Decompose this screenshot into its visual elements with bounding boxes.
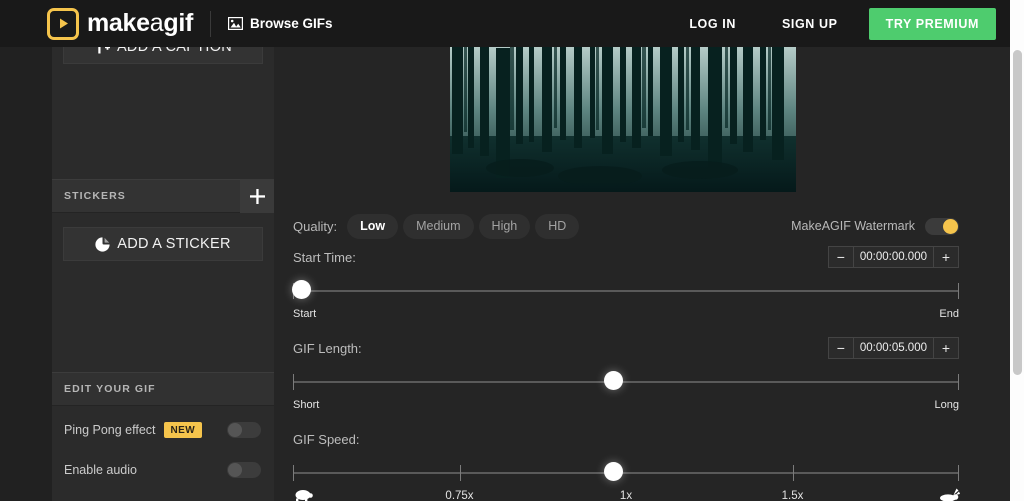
watermark-control: MakeAGIF Watermark	[791, 217, 959, 235]
ping-pong-toggle[interactable]	[227, 422, 261, 438]
quality-option-high[interactable]: High	[478, 213, 531, 239]
speed-mark-15x: 1.5x	[781, 490, 804, 501]
gif-speed-marks: 0.75x 1x 1.5x	[293, 488, 961, 501]
forest-preview-image	[450, 44, 796, 192]
start-time-control: Start Time: − 00:00:00.000 + Start End	[291, 244, 959, 324]
logo-wordmark: makeagif	[87, 11, 193, 36]
sidebar-option-enable-audio[interactable]: Enable audio	[52, 449, 274, 491]
gif-speed-slider-handle[interactable]	[603, 462, 623, 481]
top-navigation-bar: makeagif Browse GIFs LOG IN SIGN UP TRY …	[0, 0, 1010, 47]
add-sticker-label: ADD A STICKER	[117, 236, 231, 252]
rabbit-icon	[939, 488, 961, 501]
editor-main-panel: Quality: Low Medium High HD MakeAGIF Wat…	[274, 44, 1010, 501]
image-icon	[228, 17, 244, 30]
toggle-knob	[943, 218, 958, 234]
enable-audio-label: Enable audio	[64, 463, 137, 477]
slider-tick-15x	[792, 465, 794, 481]
quality-row: Quality: Low Medium High HD MakeAGIF Wat…	[293, 211, 959, 241]
slider-tick-end	[958, 465, 959, 481]
sidebar-option-ping-pong[interactable]: Ping Pong effect NEW	[52, 409, 274, 451]
page-scrollbar[interactable]	[1010, 0, 1024, 501]
gif-length-slider-labels: Short Long	[293, 399, 959, 415]
slider-tick-075x	[459, 465, 461, 481]
slider-track	[293, 472, 959, 474]
toggle-knob	[228, 423, 242, 437]
add-sticker-button[interactable]: ADD A STICKER	[63, 227, 263, 261]
scrollbar-thumb[interactable]	[1013, 50, 1022, 375]
edit-gif-section-header: EDIT YOUR GIF	[52, 372, 274, 406]
speed-mark-1x: 1x	[619, 490, 633, 501]
slider-tick-start	[293, 465, 294, 481]
gif-length-decrement-button[interactable]: −	[829, 338, 853, 358]
start-time-stepper: − 00:00:00.000 +	[827, 246, 959, 268]
stickers-section-title: STICKERS	[64, 190, 126, 202]
slider-track	[293, 290, 959, 292]
slider-tick-end	[958, 374, 959, 390]
start-time-slider-labels: Start End	[293, 308, 959, 324]
quality-label: Quality:	[293, 218, 338, 234]
slider-tick-start	[293, 374, 294, 390]
speed-mark-075x: 0.75x	[445, 490, 474, 501]
site-logo[interactable]: makeagif	[47, 7, 193, 40]
gif-length-value[interactable]: 00:00:05.000	[852, 338, 934, 358]
watermark-toggle[interactable]	[925, 217, 959, 235]
gif-speed-header: GIF Speed:	[293, 426, 959, 452]
ping-pong-label: Ping Pong effect	[64, 423, 156, 437]
gif-length-stepper: − 00:00:05.000 +	[827, 337, 959, 359]
gif-length-slider-handle[interactable]	[603, 371, 623, 390]
start-time-label: Start Time:	[293, 249, 356, 265]
logo-text-make: make	[87, 9, 150, 37]
start-time-header: Start Time: − 00:00:00.000 +	[293, 244, 959, 270]
start-time-increment-button[interactable]: +	[934, 247, 958, 267]
logo-text-gif: gif	[163, 9, 194, 37]
browse-gifs-link[interactable]: Browse GIFs	[228, 16, 333, 31]
nav-divider	[210, 10, 212, 37]
gif-length-control: GIF Length: − 00:00:05.000 + Short Long	[293, 335, 959, 415]
toggle-knob	[228, 463, 242, 477]
nav-actions: LOG IN SIGN UP TRY PREMIUM	[666, 0, 1010, 47]
slider-track	[293, 381, 959, 383]
browse-gifs-label: Browse GIFs	[250, 16, 333, 31]
start-time-slider-handle[interactable]	[291, 280, 311, 299]
makeagif-editor-page: makeagif Browse GIFs LOG IN SIGN UP TRY …	[0, 0, 1024, 501]
logo-text-a: a	[149, 9, 164, 37]
signup-button[interactable]: SIGN UP	[759, 0, 861, 47]
page-body: ADD A CAPTION STICKERS ADD A STICKER EDI…	[0, 30, 1010, 501]
play-triangle-icon	[47, 7, 79, 40]
stickers-section-header: STICKERS	[52, 179, 274, 213]
gif-length-header: GIF Length: − 00:00:05.000 +	[293, 335, 959, 361]
start-time-left-label: Start	[293, 308, 317, 320]
quality-option-hd[interactable]: HD	[535, 213, 580, 239]
plus-icon[interactable]	[240, 179, 274, 213]
gif-length-label: GIF Length:	[293, 340, 362, 356]
start-time-slider[interactable]	[291, 276, 959, 308]
gif-length-right-label: Long	[934, 399, 959, 411]
watermark-label: MakeAGIF Watermark	[791, 219, 915, 233]
start-time-value[interactable]: 00:00:00.000	[852, 247, 934, 267]
left-gutter	[0, 94, 52, 501]
gif-speed-label: GIF Speed:	[293, 431, 360, 447]
gif-length-left-label: Short	[293, 399, 320, 411]
quality-option-medium[interactable]: Medium	[403, 213, 474, 239]
try-premium-button[interactable]: TRY PREMIUM	[868, 7, 996, 40]
start-time-decrement-button[interactable]: −	[829, 247, 853, 267]
gif-speed-control: GIF Speed: 0.75x 1x 1.5x	[293, 426, 961, 501]
editor-sidebar: ADD A CAPTION STICKERS ADD A STICKER EDI…	[52, 30, 274, 501]
login-button[interactable]: LOG IN	[666, 0, 759, 47]
start-time-right-label: End	[939, 308, 959, 320]
video-preview[interactable]	[450, 44, 796, 192]
enable-audio-toggle[interactable]	[227, 462, 261, 478]
new-badge: NEW	[163, 422, 203, 438]
gif-speed-slider[interactable]	[293, 458, 959, 490]
slider-tick-end	[958, 283, 959, 299]
gif-length-increment-button[interactable]: +	[934, 338, 958, 358]
quality-option-low[interactable]: Low	[347, 213, 399, 239]
turtle-icon	[293, 488, 313, 501]
gif-length-slider[interactable]	[293, 367, 959, 399]
edit-gif-section-title: EDIT YOUR GIF	[64, 383, 156, 395]
sticker-icon	[95, 236, 110, 252]
